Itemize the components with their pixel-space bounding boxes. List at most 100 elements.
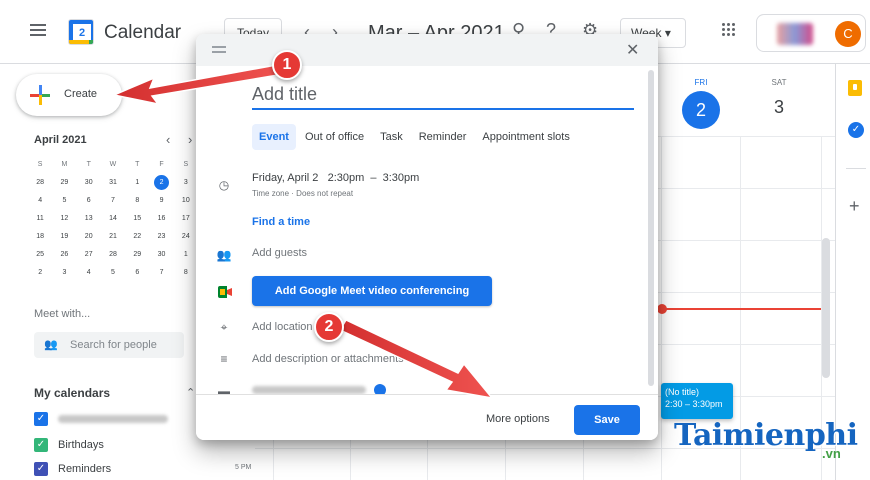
tab-appointment-slots[interactable]: Appointment slots bbox=[475, 124, 576, 150]
mini-day-number: 20 bbox=[84, 233, 93, 240]
mini-day-number: 11 bbox=[36, 215, 44, 222]
mini-day[interactable]: 1 bbox=[125, 174, 149, 192]
mini-day[interactable]: 14 bbox=[101, 210, 125, 228]
my-calendars-heading[interactable]: My calendars bbox=[34, 386, 110, 400]
chevron-up-icon[interactable]: ⌃ bbox=[186, 386, 195, 399]
mini-next-month-icon[interactable]: › bbox=[188, 132, 192, 147]
step-badge-1: 1 bbox=[272, 50, 302, 80]
event-title-input[interactable] bbox=[252, 80, 634, 110]
step-badge-2: 2 bbox=[314, 312, 344, 342]
create-button[interactable]: Create bbox=[16, 74, 122, 116]
mini-day[interactable]: 4 bbox=[77, 264, 101, 282]
mini-day[interactable]: 12 bbox=[52, 210, 76, 228]
mini-week-row: 28 29 30 31 1 2 3 bbox=[28, 174, 198, 192]
mini-day-number: 23 bbox=[157, 233, 166, 240]
mini-day-number: 8 bbox=[183, 269, 188, 276]
mini-day[interactable]: 8 bbox=[125, 192, 149, 210]
mini-day-number: 2 bbox=[38, 269, 43, 276]
mini-day[interactable]: 30 bbox=[77, 174, 101, 192]
tab-task[interactable]: Task bbox=[373, 124, 410, 150]
mini-day[interactable]: 28 bbox=[101, 246, 125, 264]
mini-weekday: F bbox=[159, 161, 164, 168]
calendar-owner-blurred[interactable] bbox=[252, 386, 366, 394]
mini-day-today[interactable]: 2 bbox=[149, 174, 173, 192]
close-icon[interactable]: ✕ bbox=[626, 40, 639, 60]
mini-day[interactable]: 6 bbox=[77, 192, 101, 210]
meet-with-label: Meet with... bbox=[34, 308, 91, 320]
mini-day[interactable]: 7 bbox=[149, 264, 173, 282]
mini-day[interactable]: 29 bbox=[125, 246, 149, 264]
add-location-field[interactable]: Add location bbox=[252, 321, 313, 333]
dialog-scrollbar[interactable] bbox=[648, 70, 654, 386]
day-number[interactable]: 3 bbox=[749, 97, 809, 118]
account-area[interactable]: C bbox=[756, 14, 866, 52]
mini-day[interactable]: 29 bbox=[52, 174, 76, 192]
mini-day[interactable]: 30 bbox=[149, 246, 173, 264]
tab-event[interactable]: Event bbox=[252, 124, 296, 150]
mini-day[interactable]: 7 bbox=[101, 192, 125, 210]
more-options-button[interactable]: More options bbox=[486, 413, 550, 425]
mini-calendar-month: April 2021 bbox=[34, 134, 87, 146]
mini-day[interactable]: 15 bbox=[125, 210, 149, 228]
mini-day[interactable]: 20 bbox=[77, 228, 101, 246]
checkbox-icon[interactable]: ✓ bbox=[34, 438, 48, 452]
event-date-time[interactable]: Friday, April 2 2:30pm – 3:30pm bbox=[252, 172, 419, 184]
tab-out-of-office[interactable]: Out of office bbox=[298, 124, 371, 150]
mini-day[interactable]: 3 bbox=[52, 264, 76, 282]
mini-day-number: 12 bbox=[60, 215, 69, 222]
tasks-icon[interactable]: ✓ bbox=[848, 122, 864, 138]
day-header-sat[interactable]: SAT 3 bbox=[749, 78, 809, 118]
app-title: Calendar bbox=[104, 22, 182, 43]
main-menu-icon[interactable] bbox=[30, 24, 46, 36]
mini-day[interactable]: 21 bbox=[101, 228, 125, 246]
grid-scrollbar[interactable] bbox=[822, 238, 830, 378]
checkbox-icon[interactable]: ✓ bbox=[34, 412, 48, 426]
mini-day[interactable]: 13 bbox=[77, 210, 101, 228]
mini-day[interactable]: 23 bbox=[149, 228, 173, 246]
location-icon: ⌖ bbox=[220, 320, 228, 334]
mini-day-number: 31 bbox=[109, 179, 117, 186]
timezone-repeat[interactable]: Time zone · Does not repeat bbox=[252, 189, 353, 198]
checkbox-icon[interactable]: ✓ bbox=[34, 462, 48, 476]
mini-day-number: 6 bbox=[135, 269, 140, 276]
mini-prev-month-icon[interactable]: ‹ bbox=[166, 132, 170, 147]
mini-day[interactable]: 25 bbox=[28, 246, 52, 264]
day-number[interactable]: 2 bbox=[682, 91, 720, 129]
avatar[interactable]: C bbox=[835, 21, 861, 47]
add-meet-button[interactable]: Add Google Meet video conferencing bbox=[252, 276, 492, 306]
mini-day[interactable]: 6 bbox=[125, 264, 149, 282]
mini-day[interactable]: 16 bbox=[149, 210, 173, 228]
mini-day-number: 16 bbox=[157, 215, 166, 222]
add-addon-icon[interactable]: + bbox=[849, 196, 860, 217]
mini-day[interactable]: 22 bbox=[125, 228, 149, 246]
mini-day[interactable]: 5 bbox=[52, 192, 76, 210]
mini-day[interactable]: 9 bbox=[149, 192, 173, 210]
mini-day[interactable]: 4 bbox=[28, 192, 52, 210]
day-header-fri[interactable]: FRI 2 bbox=[671, 78, 731, 129]
mini-week-row: 2 3 4 5 6 7 8 bbox=[28, 264, 198, 282]
dialog-drag-bar[interactable]: ✕ bbox=[196, 34, 658, 66]
event-type-tabs: Event Out of office Task Reminder Appointmen… bbox=[252, 124, 579, 150]
drag-handle-icon[interactable] bbox=[212, 46, 226, 56]
tab-reminder[interactable]: Reminder bbox=[412, 124, 474, 150]
add-guests-field[interactable]: Add guests bbox=[252, 247, 307, 259]
side-panel-divider bbox=[846, 168, 866, 169]
find-a-time-link[interactable]: Find a time bbox=[252, 216, 310, 228]
mini-day[interactable]: 31 bbox=[101, 174, 125, 192]
save-button[interactable]: Save bbox=[574, 405, 640, 435]
mini-day[interactable]: 5 bbox=[101, 264, 125, 282]
keep-icon[interactable] bbox=[848, 80, 862, 96]
mini-day[interactable]: 2 bbox=[28, 264, 52, 282]
clock-icon: ◷ bbox=[218, 178, 230, 192]
mini-day[interactable]: 28 bbox=[28, 174, 52, 192]
add-description-field[interactable]: Add description or attachments bbox=[252, 353, 404, 365]
mini-day[interactable]: 11 bbox=[28, 210, 52, 228]
search-people-input[interactable]: 👥 Search for people bbox=[34, 332, 184, 358]
plus-icon bbox=[30, 85, 50, 105]
mini-day[interactable]: 27 bbox=[77, 246, 101, 264]
mini-day[interactable]: 19 bbox=[52, 228, 76, 246]
mini-day[interactable]: 26 bbox=[52, 246, 76, 264]
mini-day[interactable]: 18 bbox=[28, 228, 52, 246]
draft-event-chip[interactable]: (No title) 2:30 – 3:30pm bbox=[661, 383, 733, 419]
apps-grid-icon[interactable] bbox=[722, 23, 736, 37]
